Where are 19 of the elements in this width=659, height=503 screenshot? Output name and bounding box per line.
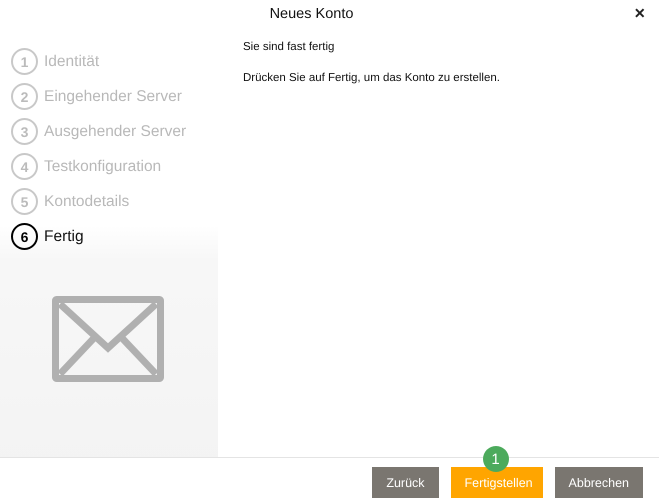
back-button[interactable]: Zurück <box>372 467 439 498</box>
step-number: 6 <box>11 223 38 250</box>
close-button[interactable]: × <box>632 3 647 24</box>
step-label: Testkonfiguration <box>44 158 162 176</box>
step-badge: 1 <box>482 446 509 472</box>
step-number: 3 <box>11 118 38 145</box>
step-number: 5 <box>11 188 38 215</box>
step-label: Ausgehender Server <box>44 122 186 140</box>
cancel-button[interactable]: Abbrechen <box>554 467 643 498</box>
window-title: Neues Konto <box>270 6 354 22</box>
instruction-text: Drücken Sie auf Fertig, um das Konto zu erstellen. <box>243 72 501 84</box>
step-label: Kontodetails <box>44 192 130 210</box>
step-label: Eingehender Server <box>44 88 182 106</box>
step-number: 1 <box>11 48 38 75</box>
step-number: 4 <box>11 153 38 180</box>
content-heading: Sie sind fast fertig <box>243 41 336 53</box>
step-label: Identität <box>44 52 100 70</box>
step-label: Fertig <box>44 228 84 246</box>
step-number: 2 <box>11 83 38 110</box>
